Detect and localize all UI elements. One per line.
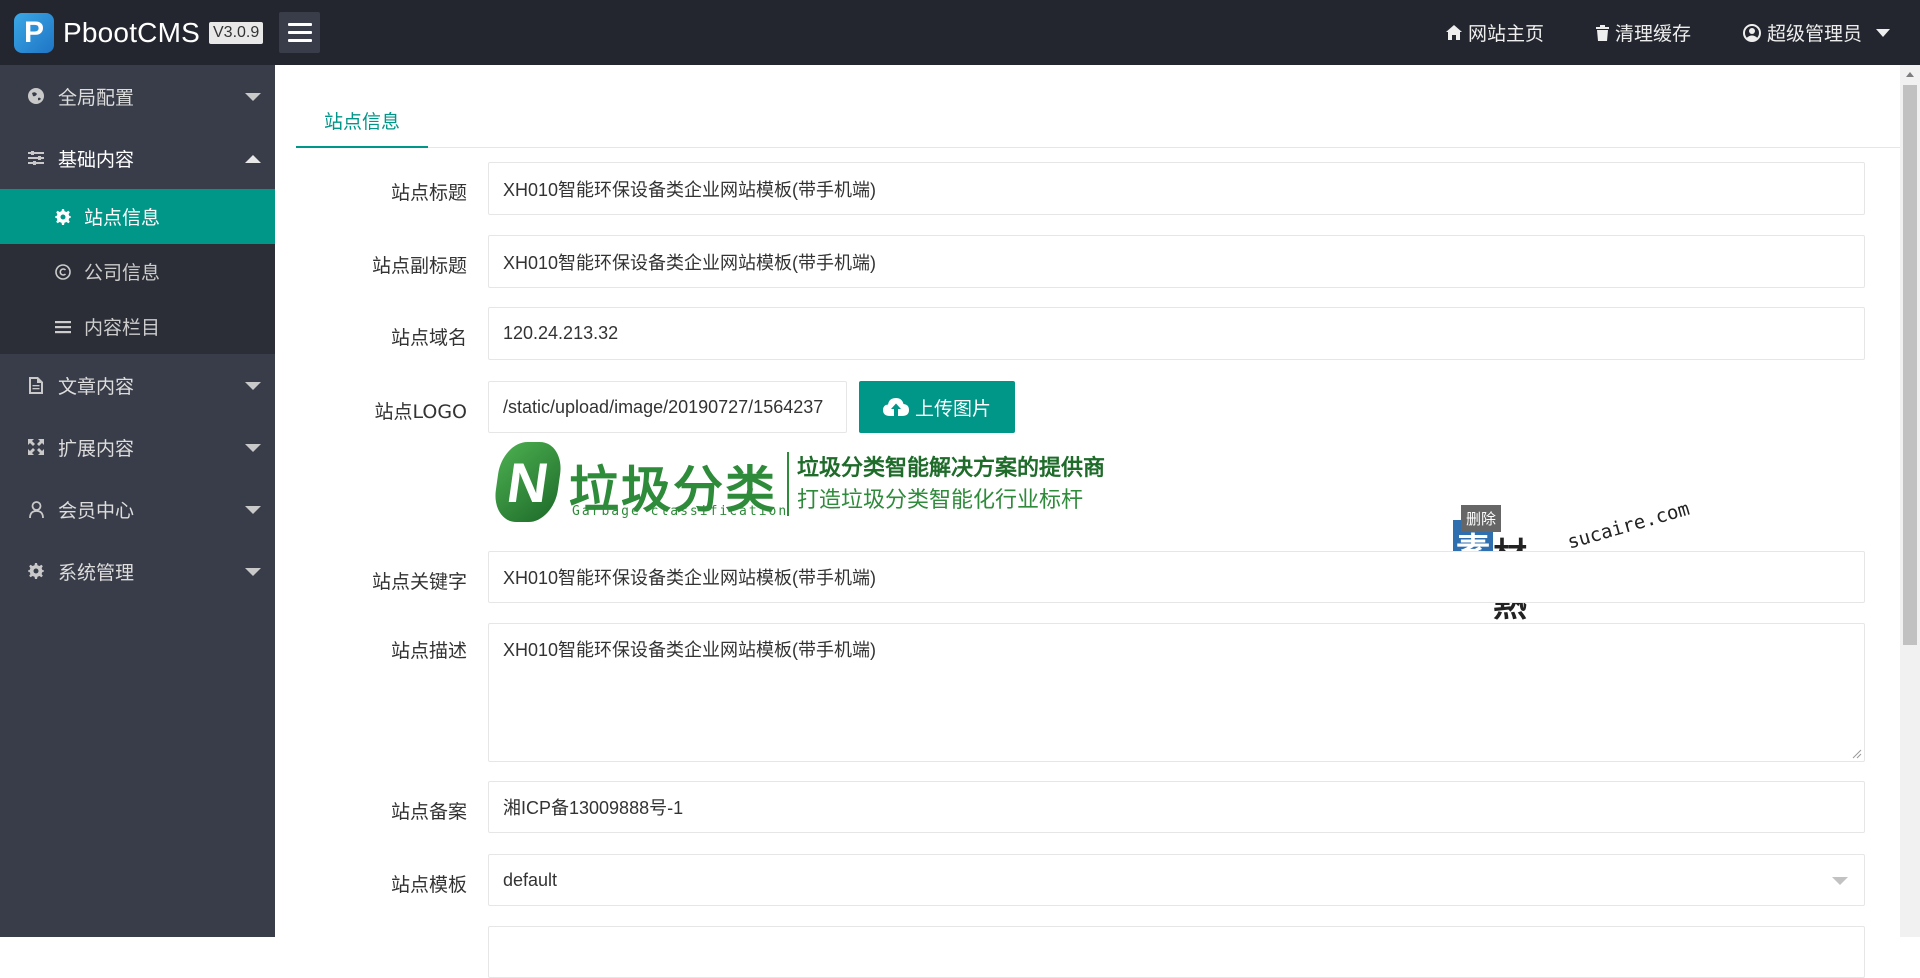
tab-bar: 站点信息: [296, 94, 1900, 148]
site-template-select[interactable]: default: [488, 854, 1865, 906]
sidebar-item-member-center[interactable]: 会员中心: [0, 478, 275, 540]
gear-icon: [28, 563, 44, 579]
chevron-down-icon: [245, 382, 261, 390]
page-scrollbar[interactable]: [1900, 65, 1920, 937]
list-icon: [55, 320, 71, 333]
document-icon: [29, 376, 43, 394]
copyright-icon: [55, 263, 71, 280]
logo-preview: N 垃圾分类 Garbage classification 垃圾分类智能解决方案…: [491, 442, 1227, 542]
brand-divider: [787, 452, 789, 516]
brand-english: Garbage classification: [572, 504, 789, 519]
delete-image-button[interactable]: 删除: [1461, 505, 1502, 532]
cloud-upload-icon: [882, 398, 909, 416]
menu-toggle-button[interactable]: [279, 12, 321, 53]
tab-site-info[interactable]: 站点信息: [296, 94, 429, 148]
chevron-down-icon: [1832, 877, 1848, 885]
app-name: PbootCMS: [63, 16, 200, 48]
site-template-label: 站点模板: [390, 874, 467, 896]
user-menu[interactable]: 超级管理员: [1742, 19, 1890, 46]
trash-icon: [1595, 24, 1609, 41]
app-logo[interactable]: P PbootCMS V3.0.9: [14, 12, 264, 53]
site-logo-input[interactable]: /static/upload/image/20190727/1564237: [488, 381, 847, 433]
site-domain-input[interactable]: 120.24.213.32: [488, 307, 1865, 360]
expand-icon: [28, 439, 44, 455]
sidebar: 全局配置 基础内容 站点信息 公司信息 内容栏目 文章内容 扩展内容 会员中心: [0, 65, 275, 937]
user-icon: [28, 500, 44, 518]
site-icp-input[interactable]: 湘ICP备13009888号-1: [488, 781, 1865, 833]
chevron-down-icon: [245, 506, 261, 514]
clear-cache-link[interactable]: 清理缓存: [1595, 19, 1691, 46]
site-title-label: 站点标题: [390, 182, 467, 204]
brand-slogan-2: 打造垃圾分类智能化行业标杆: [797, 488, 1084, 513]
user-circle-icon: [1742, 23, 1761, 42]
sidebar-subitem-content-columns[interactable]: 内容栏目: [0, 299, 275, 354]
chevron-up-icon: [245, 155, 261, 163]
chevron-down-icon: [245, 444, 261, 452]
site-description-label: 站点描述: [390, 640, 467, 662]
upload-image-button[interactable]: 上传图片: [859, 381, 1015, 433]
top-header: P PbootCMS V3.0.9 网站主页 清理缓存 超级管理员: [0, 0, 1920, 65]
globe-icon: [28, 88, 44, 104]
sidebar-subitem-site-info[interactable]: 站点信息: [0, 189, 275, 244]
chevron-down-icon: [245, 93, 261, 101]
site-subtitle-input[interactable]: XH010智能环保设备类企业网站模板(带手机端): [488, 235, 1865, 288]
site-logo-label: 站点LOGO: [374, 401, 467, 423]
hamburger-icon: [287, 23, 312, 26]
version-badge: V3.0.9: [209, 21, 264, 44]
sidebar-item-system-management[interactable]: 系统管理: [0, 540, 275, 602]
chevron-down-icon: [245, 568, 261, 576]
watermark-url: sucaire.com: [1564, 497, 1693, 554]
main-content: 站点信息 站点标题 XH010智能环保设备类企业网站模板(带手机端) 站点副标题…: [275, 65, 1900, 978]
home-link[interactable]: 网站主页: [1445, 19, 1544, 46]
site-description-textarea[interactable]: XH010智能环保设备类企业网站模板(带手机端): [488, 623, 1865, 762]
scroll-up-arrow-icon[interactable]: [1906, 72, 1914, 77]
site-subtitle-label: 站点副标题: [371, 255, 467, 277]
next-field-input[interactable]: [488, 926, 1865, 978]
sidebar-item-extended-content[interactable]: 扩展内容: [0, 416, 275, 478]
home-icon: [1445, 25, 1462, 40]
sidebar-item-global-config[interactable]: 全局配置: [0, 65, 275, 127]
sidebar-subitem-company-info[interactable]: 公司信息: [0, 244, 275, 299]
brand-slogan-1: 垃圾分类智能解决方案的提供商: [797, 456, 1106, 481]
sidebar-item-article-content[interactable]: 文章内容: [0, 354, 275, 416]
brand-n-logo: N: [491, 442, 565, 522]
basic-content-submenu: 站点信息 公司信息 内容栏目: [0, 189, 275, 354]
site-keywords-input[interactable]: XH010智能环保设备类企业网站模板(带手机端): [488, 551, 1865, 603]
site-title-input[interactable]: XH010智能环保设备类企业网站模板(带手机端): [488, 162, 1865, 215]
sidebar-item-basic-content[interactable]: 基础内容: [0, 127, 275, 189]
gear-icon: [55, 208, 71, 225]
sliders-icon: [28, 151, 44, 165]
logo-icon: P: [14, 12, 54, 53]
site-icp-label: 站点备案: [390, 801, 467, 823]
chevron-down-icon: [1876, 28, 1890, 37]
scrollbar-thumb[interactable]: [1903, 85, 1917, 645]
site-domain-label: 站点域名: [390, 327, 467, 349]
site-keywords-label: 站点关键字: [371, 571, 467, 593]
resize-handle-icon[interactable]: [1852, 749, 1862, 759]
